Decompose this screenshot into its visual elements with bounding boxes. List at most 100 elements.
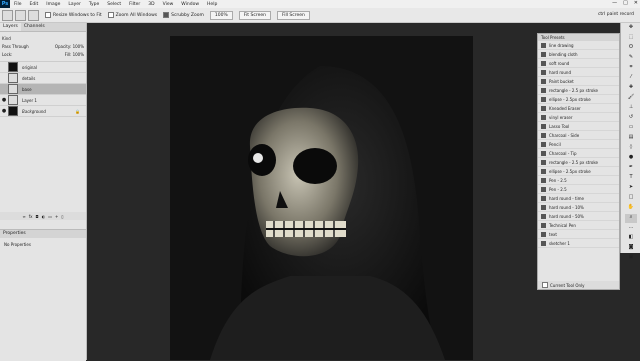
- maximize-button[interactable]: □: [623, 0, 628, 6]
- fill-screen-button[interactable]: Fill Screen: [276, 10, 310, 20]
- tab-channels[interactable]: Channels: [21, 23, 48, 31]
- preset-item[interactable]: Pencil: [538, 140, 619, 149]
- preset-item[interactable]: sketcher 1: [538, 239, 619, 248]
- menu-help[interactable]: Help: [207, 2, 217, 7]
- quick-select-icon[interactable]: ✎: [625, 54, 637, 63]
- preset-item[interactable]: line drawing: [538, 41, 619, 50]
- workspace-label[interactable]: ctrl paint record: [598, 12, 634, 17]
- fill-field[interactable]: 100%: [73, 52, 84, 57]
- preset-item[interactable]: vinyl eraser: [538, 113, 619, 122]
- preset-item[interactable]: blending cloth: [538, 50, 619, 59]
- preset-item[interactable]: Technical Pen: [538, 221, 619, 230]
- trash-icon[interactable]: ▯: [61, 214, 63, 219]
- preset-item[interactable]: Paint bucket: [538, 77, 619, 86]
- brush-icon[interactable]: 🖌: [625, 94, 637, 103]
- preset-item[interactable]: rectangle - 2.5 px stroke: [538, 158, 619, 167]
- zoom-out-icon[interactable]: [28, 9, 39, 21]
- more-icon[interactable]: …: [625, 224, 637, 233]
- folder-icon[interactable]: ▭: [48, 214, 52, 219]
- document-canvas[interactable]: [170, 36, 473, 360]
- blur-icon[interactable]: ◊: [625, 144, 637, 153]
- layer-thumbnail: [8, 62, 18, 72]
- marquee-icon[interactable]: ⬚: [625, 34, 637, 43]
- preset-item[interactable]: hard round - time: [538, 194, 619, 203]
- menu-file[interactable]: File: [14, 2, 22, 7]
- zoom-tool-icon[interactable]: [2, 9, 13, 21]
- current-tool-only-checkbox[interactable]: [542, 282, 548, 288]
- gradient-icon[interactable]: ▤: [625, 134, 637, 143]
- layer-row-base[interactable]: base: [0, 84, 86, 95]
- preset-item[interactable]: Charcoal - Side: [538, 131, 619, 140]
- preset-item[interactable]: text: [538, 230, 619, 239]
- menu-edit[interactable]: Edit: [30, 2, 39, 7]
- history-brush-icon[interactable]: ↺: [625, 114, 637, 123]
- brush-icon: [541, 132, 546, 138]
- eye-icon[interactable]: ●: [0, 97, 8, 103]
- dodge-icon[interactable]: ●: [625, 154, 637, 163]
- preset-item[interactable]: soft round: [538, 59, 619, 68]
- zoom-all-checkbox[interactable]: Zoom All Windows: [107, 12, 157, 18]
- mask-icon[interactable]: ◘: [36, 214, 39, 219]
- layer-row-layer1[interactable]: ● Layer 1: [0, 95, 86, 106]
- preset-item[interactable]: Kneaded Eraser: [538, 104, 619, 113]
- scrubby-zoom-checkbox[interactable]: Scrubby Zoom: [163, 12, 204, 18]
- type-icon[interactable]: T: [625, 174, 637, 183]
- menu-bar: Ps File Edit Image Layer Type Select Fil…: [0, 0, 640, 8]
- tab-layers[interactable]: Layers: [0, 23, 21, 31]
- layer-row-original[interactable]: original: [0, 62, 86, 73]
- menu-type[interactable]: Type: [89, 2, 99, 7]
- eye-icon[interactable]: ●: [0, 108, 8, 114]
- brush-icon: [541, 195, 546, 201]
- layer-name: Background: [22, 108, 46, 114]
- preset-item[interactable]: ellipse - 2.5px stroke: [538, 95, 619, 104]
- properties-title: Properties: [0, 230, 86, 238]
- hand-icon[interactable]: ✋: [625, 204, 637, 213]
- zoom-100-button[interactable]: 100%: [209, 10, 233, 20]
- fit-screen-button[interactable]: Fit Screen: [238, 10, 271, 20]
- move-icon[interactable]: ✥: [625, 24, 637, 33]
- menu-3d[interactable]: 3D: [148, 2, 154, 7]
- layer-row-background[interactable]: ● Background 🔒: [0, 106, 86, 117]
- preset-item[interactable]: Lasso Tool: [538, 122, 619, 131]
- crop-icon[interactable]: ⌗: [625, 64, 637, 73]
- quickmask-icon[interactable]: ◙: [625, 244, 637, 253]
- shape-icon[interactable]: □: [625, 194, 637, 203]
- menu-image[interactable]: Image: [46, 2, 60, 7]
- preset-item[interactable]: hard round: [538, 68, 619, 77]
- opacity-field[interactable]: 100%: [73, 44, 84, 49]
- eyedropper-icon[interactable]: ⁄: [625, 74, 637, 83]
- blend-mode-select[interactable]: Pass Through: [2, 44, 29, 49]
- layer-filter-select[interactable]: Kind: [2, 36, 11, 41]
- screenmode-icon[interactable]: ▣: [625, 254, 637, 263]
- colors-icon[interactable]: ◧: [625, 234, 637, 243]
- resize-windows-checkbox[interactable]: Resize Windows to Fit: [45, 12, 102, 18]
- preset-item[interactable]: Pen - 2.5: [538, 176, 619, 185]
- menu-view[interactable]: View: [163, 2, 174, 7]
- zoom-in-icon[interactable]: [15, 9, 26, 21]
- path-select-icon[interactable]: ➤: [625, 184, 637, 193]
- fx-icon[interactable]: fx: [29, 214, 33, 219]
- layer-row-details[interactable]: details: [0, 73, 86, 84]
- zoom-icon[interactable]: ⌕: [625, 214, 637, 223]
- layer-name: details: [22, 75, 36, 81]
- preset-item[interactable]: ellipse - 2.5px stroke: [538, 167, 619, 176]
- preset-item[interactable]: Pen - 2.5: [538, 185, 619, 194]
- link-icon[interactable]: ∞: [22, 214, 25, 219]
- preset-item[interactable]: hard round - 10%: [538, 203, 619, 212]
- preset-item[interactable]: rectangle - 2.5 px stroke: [538, 86, 619, 95]
- lasso-icon[interactable]: ʘ: [625, 44, 637, 53]
- healing-icon[interactable]: ✚: [625, 84, 637, 93]
- pen-icon[interactable]: ✒: [625, 164, 637, 173]
- menu-window[interactable]: Window: [181, 2, 199, 7]
- preset-item[interactable]: Charcoal - Tip: [538, 149, 619, 158]
- stamp-icon[interactable]: ⊥: [625, 104, 637, 113]
- preset-item[interactable]: hard round - 50%: [538, 212, 619, 221]
- menu-select[interactable]: Select: [107, 2, 121, 7]
- adjustment-icon[interactable]: ◐: [42, 214, 46, 219]
- eraser-icon[interactable]: ▭: [625, 124, 637, 133]
- minimize-button[interactable]: —: [612, 0, 617, 6]
- close-button[interactable]: ✕: [634, 0, 638, 6]
- new-layer-icon[interactable]: +: [55, 214, 58, 219]
- menu-layer[interactable]: Layer: [68, 2, 81, 7]
- menu-filter[interactable]: Filter: [129, 2, 140, 7]
